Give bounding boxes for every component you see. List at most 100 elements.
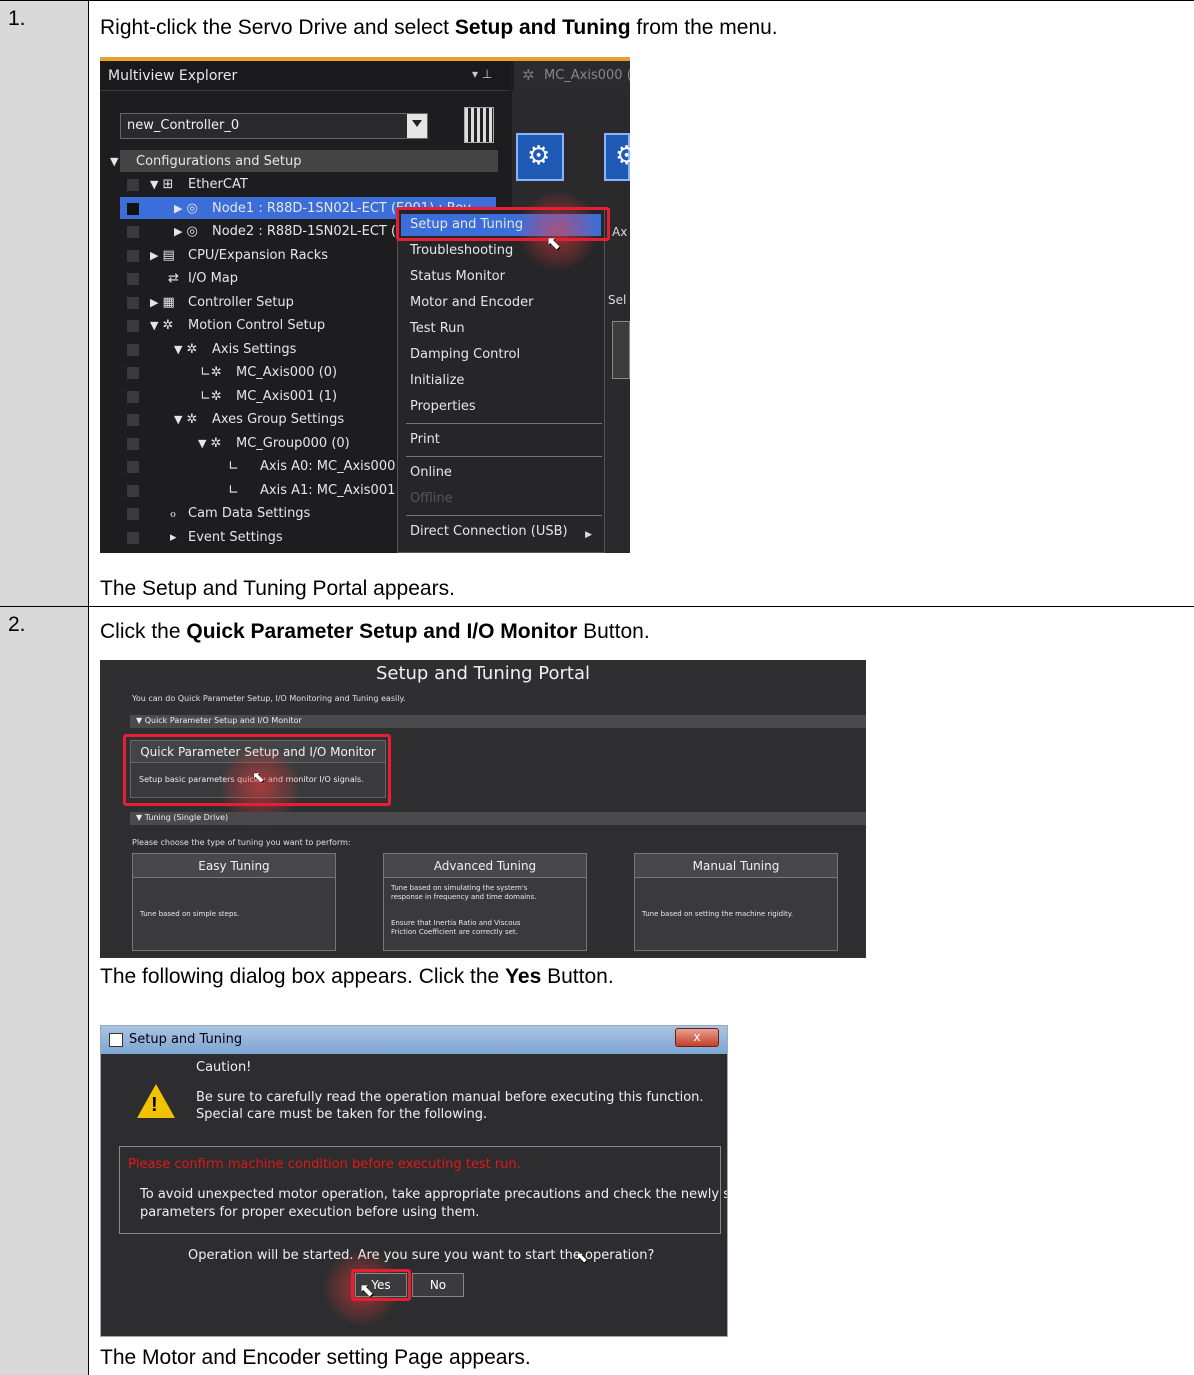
checkbox[interactable] [127,391,139,403]
portal-subtitle: You can do Quick Parameter Setup, I/O Mo… [132,694,406,703]
warning-text: Please confirm machine condition before … [128,1157,521,1172]
card-description: Tune based on simple steps. [140,910,240,918]
step-number: 2. [8,613,26,636]
checkbox[interactable] [127,226,139,238]
checkbox[interactable] [127,532,139,544]
instruction-text: The following dialog box appears. Click … [100,965,506,988]
axis-settings-icon[interactable]: ⚙ [516,133,564,181]
dialog-titlebar: Setup and Tuning x [101,1026,727,1054]
precaution-text: parameters for proper execution before u… [140,1205,480,1220]
pin-icon[interactable]: ▾ ⊥ [472,67,492,81]
checkbox[interactable] [127,273,139,285]
tree-branch-icon: ∟ [228,459,239,474]
checkbox[interactable] [127,203,139,215]
section-label: ▼ Quick Parameter Setup and I/O Monitor [136,716,302,725]
instruction-text: Button. [541,965,614,988]
menu-separator [406,456,602,457]
checkbox[interactable] [127,250,139,262]
tree-item-label: Configurations and Setup [136,154,302,169]
axis-settings-icon[interactable]: ⚙ [604,133,630,181]
tree-item-label: MC_Axis000 (0) [236,365,338,380]
node-icon: ▶ ◎ [174,201,198,216]
card-description: Tune based on simulating the system's [391,884,528,892]
close-button[interactable]: x [675,1028,719,1047]
cursor-icon: ⬉ [252,768,265,786]
highlight-box [396,207,610,241]
portal-title: Setup and Tuning Portal [375,663,591,684]
warning-mark: ! [151,1094,158,1116]
menu-item-motor-and-encoder[interactable]: Motor and Encoder [410,295,533,310]
screenshot-tuning-portal: Setup and Tuning Portal You can do Quick… [100,660,866,958]
menu-item-troubleshooting[interactable]: Troubleshooting [410,243,513,258]
menu-separator [406,423,602,424]
step-number-cell: 2. [0,607,89,1375]
checkbox[interactable] [127,367,139,379]
side-label: Ax [612,225,628,239]
caution-text: Special care must be taken for the follo… [196,1107,488,1122]
card-description: Friction Coefficient are correctly set. [391,928,518,936]
io-map-icon: ⇄ [168,271,179,286]
tree-item-label: CPU/Expansion Racks [188,248,329,263]
menu-item-damping-control[interactable]: Damping Control [410,347,520,362]
step-instruction: Right-click the Servo Drive and select S… [100,16,778,40]
instruction-bold: Yes [505,965,542,988]
layout-icon[interactable] [464,107,494,143]
rack-icon: ▶ ▤ [150,248,175,263]
manual-tuning-button[interactable]: Manual Tuning Tune based on setting the … [634,853,838,951]
dropdown-button[interactable] [407,114,427,138]
menu-item-print[interactable]: Print [410,432,440,447]
menu-item-online[interactable]: Online [410,465,452,480]
section-header[interactable]: ▼ Tuning (Single Drive) [130,812,866,825]
step-row-2: 2. Click the Quick Parameter Setup and I… [0,606,1194,1375]
checkbox[interactable] [127,297,139,309]
tree-item-label: Axis A0: MC_Axis000 [260,459,396,474]
checkbox[interactable] [127,344,139,356]
axis-icon: ▼ ✲ [174,342,198,357]
instruction-bold: Quick Parameter Setup and I/O Monitor [186,620,578,643]
procedure-table: 1. Right-click the Servo Drive and selec… [0,0,1194,1375]
app-icon [109,1033,123,1047]
menu-item-test-run[interactable]: Test Run [410,321,465,336]
advanced-tuning-button[interactable]: Advanced Tuning Tune based on simulating… [383,853,587,951]
cursor-icon: ⬉ [576,1250,588,1266]
cam-data-icon: ℴ [170,506,177,521]
no-button[interactable]: No [412,1273,464,1297]
step-number: 1. [8,7,26,30]
step-result: The Motor and Encoder setting Page appea… [100,1346,531,1369]
tree-item-label: Axes Group Settings [212,412,345,427]
controller-select[interactable]: new_Controller_0 [120,113,428,139]
card-title: Advanced Tuning [384,854,586,878]
submenu-arrow-icon: ▶ [585,530,592,540]
checkbox[interactable] [127,485,139,497]
tree-item-label: MC_Group000 (0) [236,436,350,451]
step-result: The Setup and Tuning Portal appears. [100,577,455,600]
checkbox[interactable] [127,438,139,450]
card-title: Easy Tuning [133,854,335,878]
warning-box: Please confirm machine condition before … [119,1146,727,1234]
editor-tab[interactable]: ✲ MC_Axis000 (0 [514,61,630,91]
card-title: Manual Tuning [635,854,837,878]
instruction-bold: Setup and Tuning [454,16,631,39]
easy-tuning-button[interactable]: Easy Tuning Tune based on simple steps. [132,853,336,951]
tree-item[interactable]: ▼ ⊞ EtherCAT [100,174,500,197]
tree-item-label: Axis A1: MC_Axis001 [260,483,396,498]
motion-icon: ▼ ✲ [150,318,174,333]
axis-icon: ∟✲ [200,365,222,380]
caution-text: Be sure to carefully read the operation … [196,1090,704,1105]
checkbox[interactable] [127,320,139,332]
section-header[interactable]: ▼ Quick Parameter Setup and I/O Monitor [130,715,866,728]
menu-item-initialize[interactable]: Initialize [410,373,464,388]
event-icon: ▸ [170,530,177,545]
checkbox[interactable] [127,414,139,426]
menu-item-direct-connection[interactable]: Direct Connection (USB) [410,524,568,539]
checkbox[interactable] [127,179,139,191]
tree-item[interactable]: ▼ Configurations and Setup [100,151,500,174]
group-icon: ▼ ✲ [198,436,222,451]
checkbox[interactable] [127,461,139,473]
menu-item-properties[interactable]: Properties [410,399,476,414]
instruction-text: Button. [577,620,650,643]
menu-item-status-monitor[interactable]: Status Monitor [410,269,505,284]
step-row-1: 1. Right-click the Servo Drive and selec… [0,0,1194,606]
dialog-title: Setup and Tuning [129,1032,243,1047]
checkbox[interactable] [127,508,139,520]
